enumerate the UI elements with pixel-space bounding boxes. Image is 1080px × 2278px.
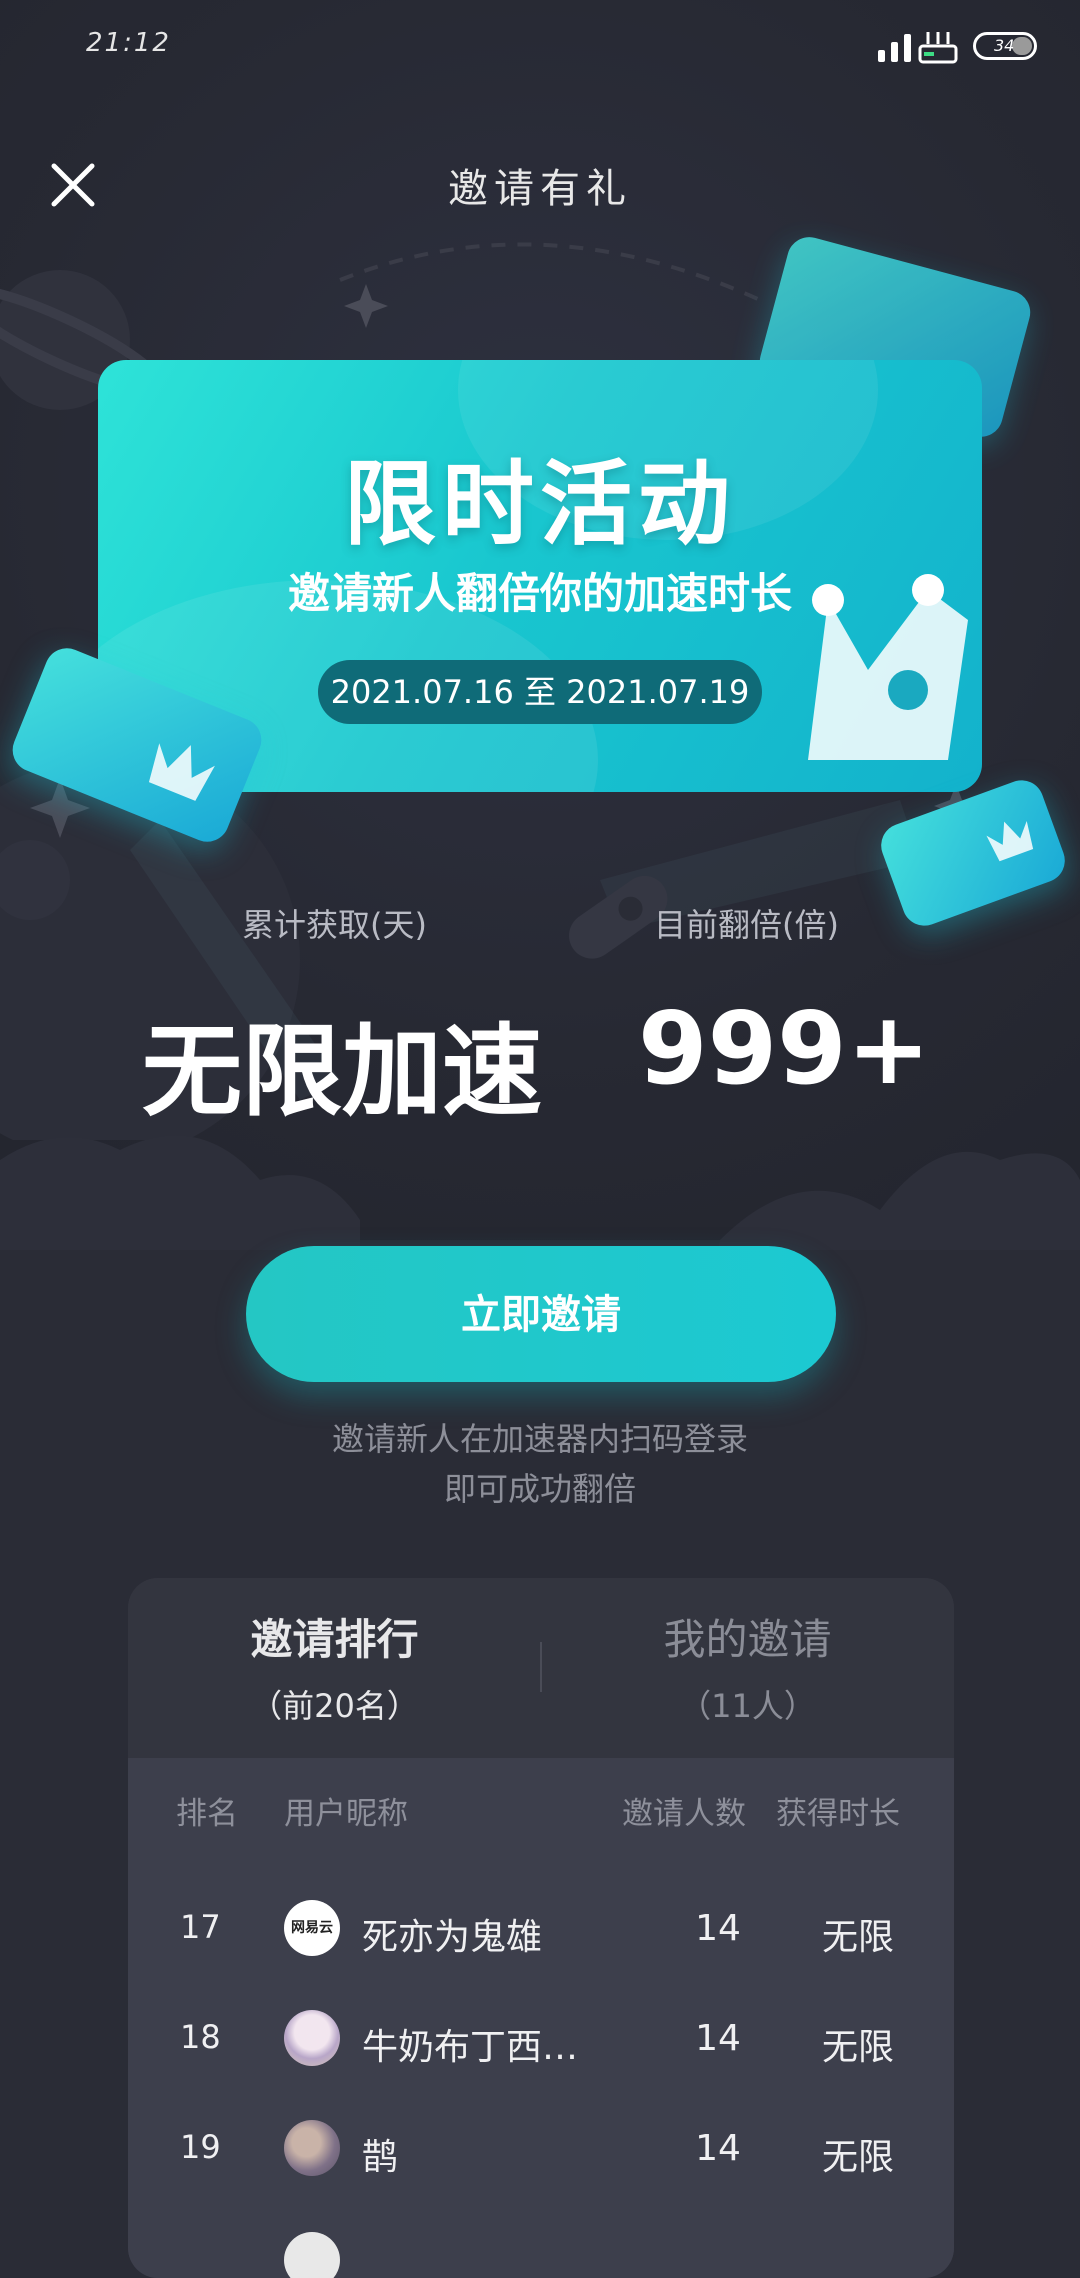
row-rank: 17 xyxy=(180,1908,221,1946)
status-time: 21:12 xyxy=(86,28,171,58)
avatar-logo-text: 网易云 xyxy=(291,1920,333,1936)
table-row-partial xyxy=(128,2210,954,2278)
hint-line-1: 邀请新人在加速器内扫码登录 xyxy=(331,1420,748,1458)
avatar xyxy=(284,2232,340,2278)
ranking-panel: 邀请排行 （前20名） 我的邀请 （11人） 排名 用户昵称 邀请人数 获得时长… xyxy=(128,1578,954,2278)
tab-my-invites[interactable]: 我的邀请 （11人） xyxy=(541,1606,954,1727)
table-row: 17 网易云 死亦为鬼雄 14 无限 xyxy=(128,1878,954,1988)
header-count: 邀请人数 xyxy=(622,1796,746,1832)
page-title: 邀请有礼 xyxy=(448,166,632,212)
ranking-table: 排名 用户昵称 邀请人数 获得时长 17 网易云 死亦为鬼雄 14 无限 18 … xyxy=(128,1758,954,2278)
hint-line-2: 即可成功翻倍 xyxy=(443,1470,636,1508)
multiplier-value: 999+ xyxy=(638,990,931,1107)
table-row: 19 鹊 14 无限 xyxy=(128,2098,954,2208)
row-rank: 19 xyxy=(180,2128,221,2166)
total-days-label: 累计获取(天) xyxy=(242,906,427,944)
tab-label: 我的邀请 xyxy=(663,1615,832,1664)
avatar xyxy=(284,2120,340,2176)
row-nickname: 死亦为鬼雄 xyxy=(362,1917,543,1958)
tab-sub: （前20名） xyxy=(250,1687,419,1725)
signal-icon xyxy=(878,34,911,62)
row-count: 14 xyxy=(695,2018,741,2059)
header-nickname: 用户昵称 xyxy=(284,1796,408,1832)
tab-bar: 邀请排行 （前20名） 我的邀请 （11人） xyxy=(128,1578,954,1758)
date-range: 2021.07.16 至 2021.07.19 xyxy=(318,660,762,724)
tab-label: 邀请排行 xyxy=(250,1615,419,1664)
router-icon xyxy=(918,32,958,64)
tab-invite-ranking[interactable]: 邀请排行 （前20名） xyxy=(128,1606,541,1727)
avatar: 网易云 xyxy=(284,1900,340,1956)
crown-icon xyxy=(148,743,215,801)
total-days-value: 无限加速 xyxy=(142,1013,542,1130)
row-count: 14 xyxy=(695,1908,741,1949)
battery-level: 34 xyxy=(994,36,1015,55)
header: 邀请有礼 xyxy=(0,140,1080,230)
row-duration: 无限 xyxy=(821,1917,894,1958)
table-row: 18 牛奶布丁西… 14 无限 xyxy=(128,1988,954,2098)
tab-sub: （11人） xyxy=(679,1687,816,1725)
avatar xyxy=(284,2010,340,2066)
row-count: 14 xyxy=(695,2128,741,2169)
status-bar: 21:12 34 xyxy=(0,0,1080,96)
invite-now-button[interactable]: 立即邀请 xyxy=(246,1246,836,1382)
multiplier-label: 目前翻倍(倍) xyxy=(654,906,839,944)
crown-icon xyxy=(986,820,1034,862)
header-duration: 获得时长 xyxy=(776,1796,900,1832)
battery-icon: 34 xyxy=(973,32,1037,60)
row-nickname: 牛奶布丁西… xyxy=(362,2027,579,2068)
invite-hint: 邀请新人在加速器内扫码登录 即可成功翻倍 xyxy=(0,1414,1080,1514)
row-duration: 无限 xyxy=(821,2027,894,2068)
header-rank: 排名 xyxy=(176,1796,238,1832)
banner-title: 限时活动 xyxy=(343,451,736,558)
row-rank: 18 xyxy=(180,2018,221,2056)
row-duration: 无限 xyxy=(821,2137,894,2178)
crown-icon xyxy=(808,574,968,760)
row-nickname: 鹊 xyxy=(362,2137,399,2178)
